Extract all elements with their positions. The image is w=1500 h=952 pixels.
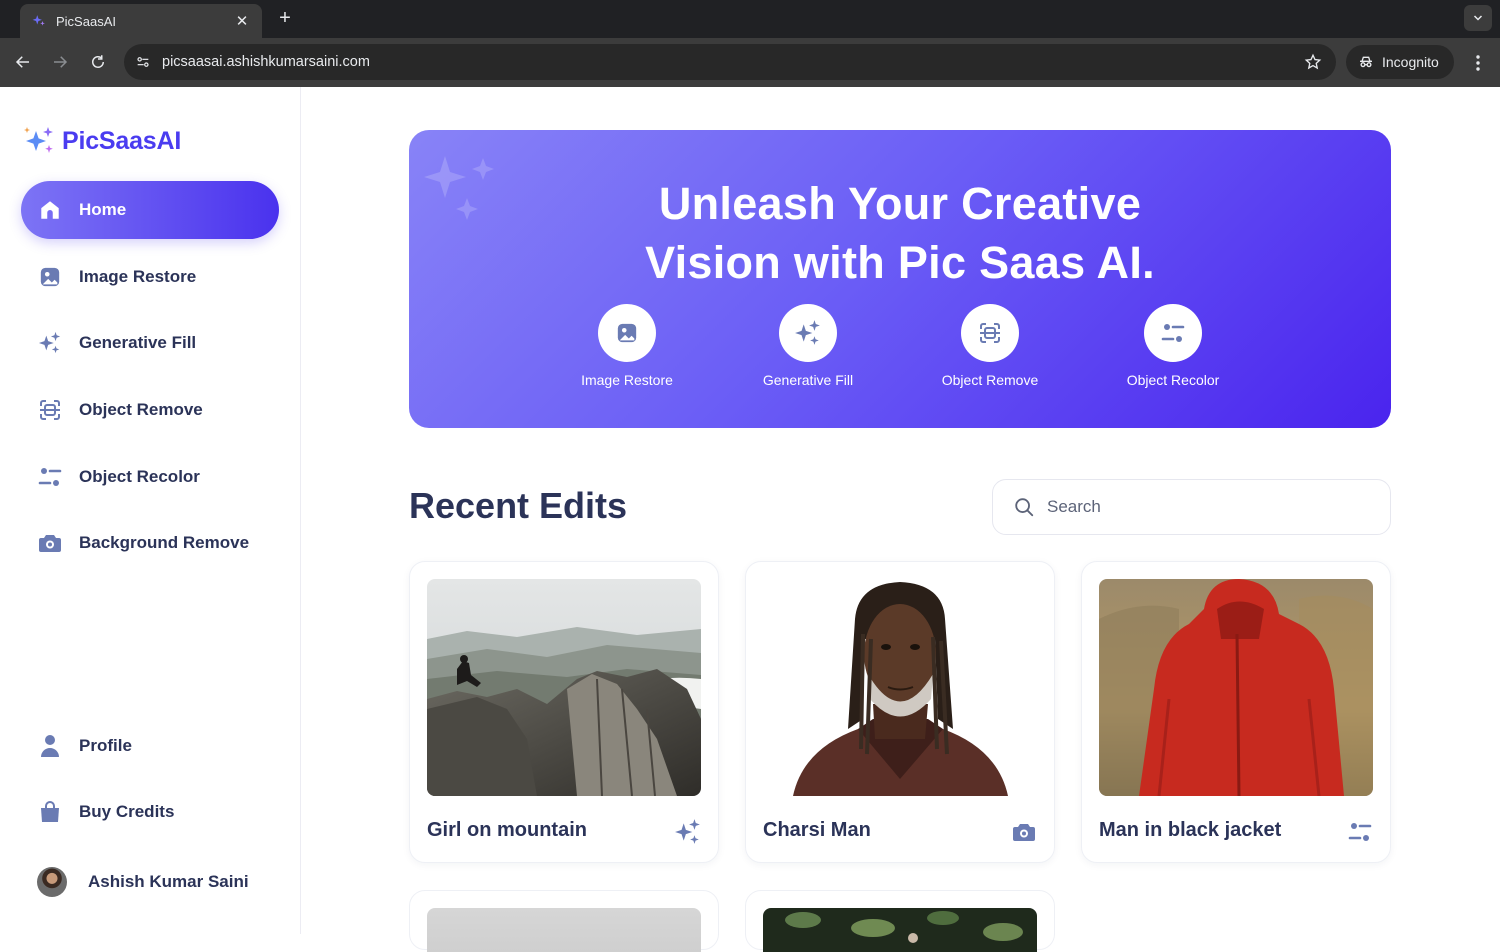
forward-button[interactable] [49,51,71,73]
sidebar-item-label: Image Restore [79,267,197,286]
feature-object-recolor[interactable]: Object Recolor [1103,304,1243,388]
feature-circle[interactable] [598,304,656,362]
recent-edits-title: Recent Edits [409,485,628,526]
image-icon [38,265,62,289]
recent-edit-card[interactable]: Man in black jacket [1081,561,1391,863]
logo-sparkle-icon [24,127,53,153]
filter-icon [38,465,62,489]
address-bar[interactable]: picsaasai.ashishkumarsaini.com [124,44,1336,80]
sidebar-item-label: Object Recolor [79,467,200,486]
sparkles-icon[interactable] [674,818,702,846]
sidebar-item-label: Home [79,200,127,219]
bookmark-star-icon[interactable] [1298,47,1328,77]
browser-menu-icon[interactable] [1470,52,1486,74]
feature-generative-fill[interactable]: Generative Fill [738,304,878,388]
scan-icon [38,398,62,422]
sidebar-item-image-restore[interactable]: Image Restore [21,248,279,306]
recent-edit-card[interactable]: Girl on mountain [409,561,719,863]
sparkles-icon [38,331,62,355]
arrow-right-icon [54,56,68,68]
sidebar-item-profile[interactable]: Profile [21,717,279,775]
feature-label: Generative Fill [762,372,854,388]
hero-title-line2: Vision with Pic Saas AI. [645,237,1155,288]
image-icon [617,323,637,343]
feature-image-restore[interactable]: Image Restore [557,304,697,388]
chevron-down-icon [1473,15,1483,21]
card-title: Girl on mountain [427,819,587,841]
feature-label: Image Restore [581,372,673,388]
recent-edit-card[interactable] [745,890,1055,952]
filter-icon [1161,324,1185,342]
feature-circle[interactable] [779,304,837,362]
favicon-icon [32,14,46,28]
site-info-icon[interactable] [128,47,158,77]
search-icon [1015,498,1034,517]
card-image[interactable] [763,908,1037,952]
tab-search-button[interactable] [1464,5,1492,31]
app-logo[interactable]: PicSaasAI [22,125,181,157]
recent-edit-card[interactable] [409,890,719,952]
sidebar-item-label: Profile [79,736,132,755]
card-image-mountain[interactable] [427,579,701,796]
recent-edit-card[interactable]: Charsi Man [745,561,1055,863]
user-profile[interactable]: Ashish Kumar Saini [37,867,249,897]
back-button[interactable] [12,51,34,73]
filter-icon[interactable] [1346,818,1374,846]
card-image-portrait[interactable] [763,579,1037,796]
search-input[interactable] [1047,497,1347,517]
card-title: Man in black jacket [1099,819,1282,841]
card-image[interactable] [427,908,701,952]
user-name: Ashish Kumar Saini [88,872,249,891]
scan-icon [980,323,1000,343]
close-tab-icon[interactable]: ✕ [234,12,250,30]
card-image-jacket[interactable] [1099,579,1373,796]
browser-tab-strip: PicSaasAI ✕ + [0,0,1500,38]
feature-object-remove[interactable]: Object Remove [920,304,1060,388]
search-box[interactable] [992,479,1391,535]
camera-icon [38,531,62,555]
sidebar-item-label: Generative Fill [79,333,197,352]
incognito-label: Incognito [1382,54,1439,70]
sidebar-item-home[interactable]: Home [21,181,279,239]
hero-title: Unleash Your Creative Vision with Pic Sa… [409,174,1391,292]
sidebar-item-generative-fill[interactable]: Generative Fill [21,314,279,372]
logo-text: PicSaasAI [62,126,182,155]
sidebar-item-label: Buy Credits [79,802,175,821]
avatar [37,867,67,897]
incognito-icon [1360,56,1372,68]
card-title: Charsi Man [763,819,871,841]
feature-label: Object Recolor [1126,372,1220,388]
sparkles-icon [795,320,820,345]
feature-label: Object Remove [941,372,1039,388]
sidebar-item-object-remove[interactable]: Object Remove [21,381,279,439]
bag-icon [38,800,62,824]
new-tab-button[interactable]: + [274,7,296,30]
sidebar-item-buy-credits[interactable]: Buy Credits [21,783,279,841]
sidebar-item-background-remove[interactable]: Background Remove [21,514,279,572]
main-content: Unleash Your Creative Vision with Pic Sa… [301,87,1500,952]
tab-title: PicSaasAI [56,13,116,29]
sidebar-item-label: Background Remove [79,533,250,552]
hero-banner: Unleash Your Creative Vision with Pic Sa… [409,130,1391,428]
browser-toolbar: picsaasai.ashishkumarsaini.com Incognito [0,38,1500,87]
camera-icon[interactable] [1010,818,1038,846]
user-icon [38,734,62,758]
incognito-indicator[interactable]: Incognito [1346,45,1454,79]
reload-button[interactable] [87,51,109,73]
hero-title-line1: Unleash Your Creative [658,178,1142,229]
url-text[interactable]: picsaasai.ashishkumarsaini.com [162,54,1298,70]
browser-tab[interactable]: PicSaasAI ✕ [20,4,262,38]
home-icon [38,198,62,222]
feature-circle[interactable] [961,304,1019,362]
sidebar: PicSaasAI Home Image Restore Generative … [0,87,301,934]
reload-icon [92,55,104,68]
feature-circle[interactable] [1144,304,1202,362]
sidebar-item-label: Object Remove [79,400,203,419]
sidebar-item-object-recolor[interactable]: Object Recolor [21,448,279,506]
arrow-left-icon [15,56,29,68]
